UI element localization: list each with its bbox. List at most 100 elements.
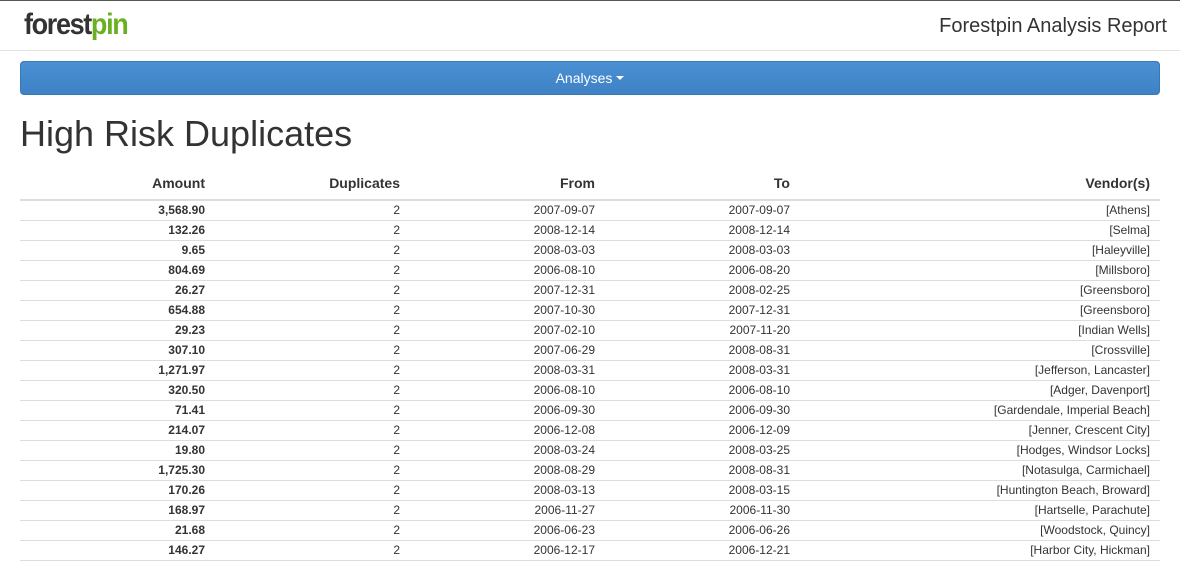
table-row: 168.97 2 2006-11-27 2006-11-30 [Hartselle, P… bbox=[20, 500, 1160, 521]
column-header-to[interactable]: To bbox=[605, 166, 800, 201]
page-header: forestpin Forestpin Analysis Report bbox=[0, 1, 1180, 51]
cell-from: 2008-03-13 bbox=[410, 480, 605, 501]
cell-vendors: [Greensboro] bbox=[800, 280, 1160, 301]
cell-vendors: [Millsboro] bbox=[800, 260, 1160, 281]
cell-from: 2008-03-31 bbox=[410, 360, 605, 381]
cell-vendors: [Jenner, Crescent City] bbox=[800, 420, 1160, 441]
cell-duplicates: 2 bbox=[215, 480, 410, 501]
cell-amount: 3,568.90 bbox=[20, 200, 215, 221]
logo-text-forest: forest bbox=[24, 8, 92, 41]
cell-duplicates: 2 bbox=[215, 540, 410, 561]
cell-to: 2007-11-20 bbox=[605, 320, 800, 341]
cell-amount: 26.27 bbox=[20, 280, 215, 301]
cell-from: 2007-09-07 bbox=[410, 200, 605, 221]
table-row: 71.41 2 2006-09-30 2006-09-30 [Gardendale, I… bbox=[20, 400, 1160, 421]
cell-vendors: [Jefferson, Lancaster] bbox=[800, 360, 1160, 381]
column-header-duplicates[interactable]: Duplicates bbox=[215, 166, 410, 201]
cell-amount: 804.69 bbox=[20, 260, 215, 281]
cell-vendors: [Selma] bbox=[800, 220, 1160, 241]
table-row: 1,271.97 2 2008-03-31 2008-03-31 [Jefferson,… bbox=[20, 360, 1160, 381]
cell-duplicates: 2 bbox=[215, 240, 410, 261]
cell-duplicates: 2 bbox=[215, 520, 410, 541]
cell-to: 2007-09-07 bbox=[605, 200, 800, 221]
cell-from: 2007-12-31 bbox=[410, 280, 605, 301]
cell-vendors: [Hodges, Windsor Locks] bbox=[800, 440, 1160, 461]
cell-from: 2007-02-10 bbox=[410, 320, 605, 341]
cell-vendors: [Gardendale, Imperial Beach] bbox=[800, 400, 1160, 421]
table-row: 307.10 2 2007-06-29 2008-08-31 [Crossville] bbox=[20, 340, 1160, 361]
cell-vendors: [Huntington Beach, Broward] bbox=[800, 480, 1160, 501]
cell-amount: 307.10 bbox=[20, 340, 215, 361]
cell-to: 2008-03-25 bbox=[605, 440, 800, 461]
cell-from: 2008-03-03 bbox=[410, 240, 605, 261]
cell-duplicates: 2 bbox=[215, 260, 410, 281]
cell-amount: 19.80 bbox=[20, 440, 215, 461]
forestpin-logo[interactable]: forestpin bbox=[24, 7, 129, 43]
analyses-navbar: Analyses bbox=[20, 61, 1160, 95]
cell-to: 2008-12-14 bbox=[605, 220, 800, 241]
cell-duplicates: 2 bbox=[215, 380, 410, 401]
table-body: 3,568.90 2 2007-09-07 2007-09-07 [Athens] 132… bbox=[20, 200, 1160, 561]
cell-vendors: [Notasulga, Carmichael] bbox=[800, 460, 1160, 481]
cell-to: 2008-03-15 bbox=[605, 480, 800, 501]
cell-to: 2006-09-30 bbox=[605, 400, 800, 421]
cell-to: 2007-12-31 bbox=[605, 300, 800, 321]
cell-vendors: [Indian Wells] bbox=[800, 320, 1160, 341]
cell-vendors: [Haleyville] bbox=[800, 240, 1160, 261]
table-row: 3,568.90 2 2007-09-07 2007-09-07 [Athens] bbox=[20, 200, 1160, 221]
caret-down-icon bbox=[616, 76, 625, 80]
cell-from: 2006-08-10 bbox=[410, 260, 605, 281]
table-row: 21.68 2 2006-06-23 2006-06-26 [Woodstock, Qu… bbox=[20, 520, 1160, 541]
cell-to: 2006-11-30 bbox=[605, 500, 800, 521]
cell-to: 2008-03-03 bbox=[605, 240, 800, 261]
cell-duplicates: 2 bbox=[215, 220, 410, 241]
table-row: 214.07 2 2006-12-08 2006-12-09 [Jenner, Cres… bbox=[20, 420, 1160, 441]
table-row: 29.23 2 2007-02-10 2007-11-20 [Indian Wells] bbox=[20, 320, 1160, 341]
cell-vendors: [Harbor City, Hickman] bbox=[800, 540, 1160, 561]
cell-duplicates: 2 bbox=[215, 280, 410, 301]
cell-from: 2006-09-30 bbox=[410, 400, 605, 421]
cell-duplicates: 2 bbox=[215, 360, 410, 381]
cell-amount: 9.65 bbox=[20, 240, 215, 261]
cell-duplicates: 2 bbox=[215, 420, 410, 441]
cell-vendors: [Adger, Davenport] bbox=[800, 380, 1160, 401]
cell-duplicates: 2 bbox=[215, 400, 410, 421]
report-title: Forestpin Analysis Report bbox=[939, 15, 1167, 37]
cell-from: 2008-12-14 bbox=[410, 220, 605, 241]
cell-duplicates: 2 bbox=[215, 440, 410, 461]
table-row: 132.26 2 2008-12-14 2008-12-14 [Selma] bbox=[20, 220, 1160, 241]
column-header-amount[interactable]: Amount bbox=[20, 166, 215, 201]
cell-from: 2008-08-29 bbox=[410, 460, 605, 481]
cell-to: 2006-12-21 bbox=[605, 540, 800, 561]
cell-from: 2006-08-10 bbox=[410, 380, 605, 401]
cell-amount: 71.41 bbox=[20, 400, 215, 421]
cell-amount: 170.26 bbox=[20, 480, 215, 501]
cell-duplicates: 2 bbox=[215, 500, 410, 521]
table-row: 320.50 2 2006-08-10 2006-08-10 [Adger, Daven… bbox=[20, 380, 1160, 401]
cell-vendors: [Greensboro] bbox=[800, 300, 1160, 321]
cell-from: 2006-06-23 bbox=[410, 520, 605, 541]
cell-from: 2007-06-29 bbox=[410, 340, 605, 361]
cell-amount: 654.88 bbox=[20, 300, 215, 321]
table-header: Amount Duplicates From To Vendor(s) bbox=[20, 166, 1160, 201]
page-title: High Risk Duplicates bbox=[20, 113, 353, 154]
cell-to: 2006-08-20 bbox=[605, 260, 800, 281]
cell-to: 2008-08-31 bbox=[605, 340, 800, 361]
cell-vendors: [Crossville] bbox=[800, 340, 1160, 361]
cell-duplicates: 2 bbox=[215, 200, 410, 221]
table-row: 146.27 2 2006-12-17 2006-12-21 [Harbor City,… bbox=[20, 540, 1160, 561]
cell-amount: 320.50 bbox=[20, 380, 215, 401]
table-row: 19.80 2 2008-03-24 2008-03-25 [Hodges, Winds… bbox=[20, 440, 1160, 461]
analyses-dropdown-toggle[interactable]: Analyses bbox=[21, 62, 1159, 94]
cell-to: 2008-03-31 bbox=[605, 360, 800, 381]
column-header-from[interactable]: From bbox=[410, 166, 605, 201]
cell-to: 2006-06-26 bbox=[605, 520, 800, 541]
table-row: 170.26 2 2008-03-13 2008-03-15 [Huntington B… bbox=[20, 480, 1160, 501]
cell-vendors: [Hartselle, Parachute] bbox=[800, 500, 1160, 521]
column-header-vendors[interactable]: Vendor(s) bbox=[800, 166, 1160, 201]
cell-vendors: [Woodstock, Quincy] bbox=[800, 520, 1160, 541]
header-row: Amount Duplicates From To Vendor(s) bbox=[20, 166, 1160, 201]
cell-to: 2008-02-25 bbox=[605, 280, 800, 301]
cell-amount: 214.07 bbox=[20, 420, 215, 441]
cell-from: 2006-11-27 bbox=[410, 500, 605, 521]
